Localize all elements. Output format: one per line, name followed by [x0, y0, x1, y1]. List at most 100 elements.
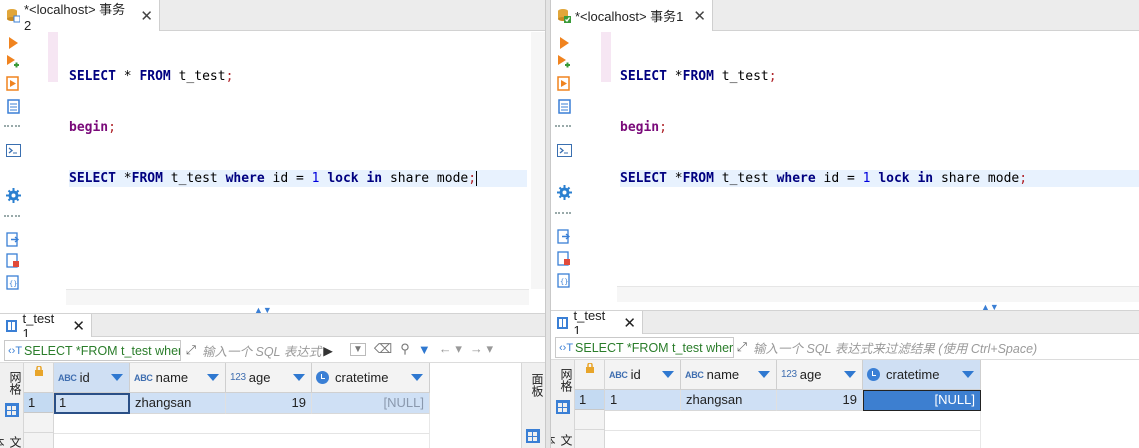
filter-dropdown-icon[interactable]: ▼ — [350, 342, 366, 356]
format-sql-icon[interactable]: {} — [556, 272, 572, 288]
side-panel-tabs: 面板 — [521, 363, 545, 448]
cell-name[interactable]: zhangsan — [681, 390, 777, 411]
grid-view-tab[interactable]: 网格 — [551, 368, 575, 392]
cell-id[interactable]: 1 — [54, 393, 130, 414]
row-number[interactable]: 1 — [575, 390, 604, 410]
code-line-3: SELECT *FROM t_test where id = 1 lock in… — [69, 170, 527, 187]
column-header-age[interactable]: 123 age — [226, 363, 312, 393]
panel-splitter[interactable]: ▲▼ — [0, 305, 545, 315]
back-arrow-icon[interactable]: ← ▾ — [439, 341, 462, 357]
export-icon[interactable] — [556, 228, 572, 244]
code-line-3: SELECT *FROM t_test where id = 1 lock in… — [620, 170, 1139, 187]
settings-gear-icon[interactable] — [5, 187, 21, 203]
editor-horizontal-scrollbar[interactable] — [66, 289, 529, 305]
gutter-marker — [48, 32, 58, 82]
filter-settings-icon[interactable]: ⚲ — [400, 341, 410, 357]
sql-editor[interactable]: SELECT *FROM t_test; begin; SELECT *FROM… — [577, 32, 1139, 302]
table-icon — [557, 317, 569, 329]
column-dropdown-icon[interactable] — [411, 374, 423, 381]
cell-age[interactable]: 19 — [777, 390, 863, 411]
execute-script-icon[interactable] — [5, 75, 21, 91]
editor-tab-transaction1[interactable]: *<localhost> 事务1 ✕ — [551, 0, 713, 31]
expand-filter-icon[interactable]: ⤢ — [737, 340, 747, 355]
database-icon — [557, 8, 571, 23]
column-header-cratetime[interactable]: cratetime — [312, 363, 430, 393]
text-view-tab[interactable]: 文本 — [551, 432, 575, 448]
column-header-cratetime[interactable]: cratetime — [863, 360, 981, 390]
filter-expression-input[interactable]: ⤢ 输入一个 SQL 表达式 ▶ — [186, 340, 346, 361]
export-icon[interactable] — [5, 231, 21, 247]
query-text-box[interactable]: ‹›T SELECT *FROM t_test wher — [555, 337, 734, 358]
editor-vertical-scrollbar[interactable] — [531, 32, 545, 289]
column-header-name[interactable]: ABC name — [681, 360, 777, 390]
column-dropdown-icon[interactable] — [844, 371, 856, 378]
load-file-icon[interactable] — [556, 250, 572, 266]
close-tab-icon[interactable]: ✕ — [140, 7, 153, 25]
settings-gear-icon[interactable] — [556, 184, 572, 200]
panel-splitter[interactable]: ▲▼ — [551, 302, 1139, 312]
query-text-box[interactable]: ‹›T SELECT *FROM t_test wher — [4, 340, 181, 361]
cell-cratetime[interactable]: [NULL] — [863, 390, 981, 411]
column-dropdown-icon[interactable] — [293, 374, 305, 381]
sql-editor[interactable]: SELECT * FROM t_test; begin; SELECT *FRO… — [26, 32, 545, 305]
editor-side-toolbar: {} — [0, 32, 26, 305]
grid-icon[interactable] — [556, 400, 570, 414]
column-header-age[interactable]: 123 age — [777, 360, 863, 390]
results-filter-bar: ‹›T SELECT *FROM t_test wher ⤢ 输入一个 SQL … — [551, 334, 1139, 360]
cell-id[interactable]: 1 — [605, 390, 681, 411]
column-dropdown-icon[interactable] — [207, 374, 219, 381]
terminal-icon[interactable] — [5, 142, 21, 158]
column-dropdown-icon[interactable] — [962, 371, 974, 378]
code-line-2: begin; — [69, 120, 116, 135]
text-view-tab[interactable]: 文本 — [0, 435, 24, 448]
sql-code[interactable]: SELECT * FROM t_test; begin; SELECT *FRO… — [69, 34, 527, 221]
execute-in-new-tab-icon[interactable] — [5, 54, 21, 70]
sql-code[interactable]: SELECT *FROM t_test; begin; SELECT *FROM… — [620, 34, 1139, 221]
column-header-id[interactable]: ABC id — [54, 363, 130, 393]
load-file-icon[interactable] — [5, 252, 21, 268]
execute-statement-icon[interactable] — [556, 35, 572, 51]
format-sql-icon[interactable]: {} — [5, 274, 21, 290]
editor-tab-transaction2[interactable]: *<localhost> 事务2 ✕ — [0, 0, 160, 33]
forward-arrow-icon[interactable]: → ▾ — [470, 341, 493, 357]
script-document-icon[interactable] — [556, 98, 572, 114]
database-icon — [6, 8, 21, 23]
column-dropdown-icon[interactable] — [758, 371, 770, 378]
toolbar-separator — [555, 212, 571, 215]
grid-view-tab[interactable]: 网格 — [0, 371, 24, 395]
eraser-icon[interactable]: ⌫ — [374, 341, 392, 357]
panels-tab[interactable]: 面板 — [522, 373, 545, 397]
execute-script-icon[interactable] — [556, 75, 572, 91]
grid-icon[interactable] — [5, 403, 19, 417]
cell-name[interactable]: zhangsan — [130, 393, 226, 414]
column-dropdown-icon[interactable] — [111, 374, 123, 381]
filter-icon[interactable]: ▼ — [418, 342, 431, 357]
results-tab-t_test-1[interactable]: t_test 1 ✕ — [0, 311, 92, 341]
filter-history-icon[interactable]: ▶ — [323, 343, 333, 358]
close-results-tab-icon[interactable]: ✕ — [72, 317, 85, 335]
filter-expression-input[interactable]: ⤢ 输入一个 SQL 表达式来过滤结果 (使用 Ctrl+Space) — [737, 337, 1137, 358]
close-tab-icon[interactable]: ✕ — [693, 7, 706, 25]
editor-tab-title: *<localhost> 事务1 — [575, 9, 684, 24]
sql-icon: ‹›T — [559, 341, 574, 354]
editor-tab-title: *<localhost> 事务2 — [24, 1, 126, 33]
column-dropdown-icon[interactable] — [662, 371, 674, 378]
table-icon — [6, 320, 18, 332]
expand-filter-icon[interactable]: ⤢ — [186, 343, 196, 358]
results-tab-t_test-1[interactable]: t_test 1 ✕ — [551, 308, 643, 338]
panel-grid-icon[interactable] — [526, 429, 540, 443]
column-header-name[interactable]: ABC name — [130, 363, 226, 393]
clock-icon — [316, 371, 329, 384]
editor-horizontal-scrollbar[interactable] — [617, 286, 1139, 302]
execute-in-new-tab-icon[interactable] — [556, 54, 572, 70]
filter-toolbar: ▼ ⌫ ⚲ ▼ ← ▾ → ▾ — [350, 341, 493, 357]
cell-cratetime[interactable]: [NULL] — [312, 393, 430, 414]
script-document-icon[interactable] — [5, 98, 21, 114]
toolbar-separator — [555, 125, 571, 128]
cell-age[interactable]: 19 — [226, 393, 312, 414]
column-header-id[interactable]: ABC id — [605, 360, 681, 390]
close-results-tab-icon[interactable]: ✕ — [623, 314, 636, 332]
terminal-icon[interactable] — [556, 142, 572, 158]
execute-statement-icon[interactable] — [5, 35, 21, 51]
row-number[interactable]: 1 — [24, 393, 53, 413]
